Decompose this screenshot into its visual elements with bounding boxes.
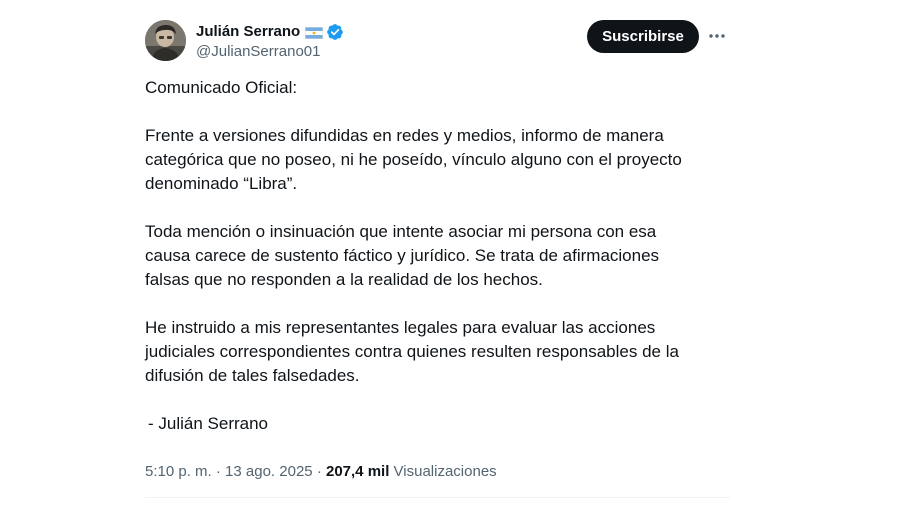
avatar[interactable] — [145, 20, 186, 61]
verified-badge-icon[interactable] — [326, 23, 344, 41]
author-handle[interactable]: @JulianSerrano01 — [196, 42, 320, 62]
views-count: 207,4 mil — [325, 463, 390, 480]
tweet-time[interactable]: 5:10 p. m. — [145, 463, 212, 480]
tweet-text-line: Frente a versiones difundidas en redes y… — [145, 126, 664, 145]
meta-separator: · — [215, 463, 221, 480]
tweet-text-line: denominado “Libra”. — [145, 174, 298, 193]
tweet-text-line: Toda mención o insinuación que intente a… — [145, 222, 657, 241]
tweet-meta: 5:10 p. m. · 13 ago. 2025 · 207,4 mil Vi… — [145, 462, 497, 482]
tweet-text-line: judiciales correspondientes contra quien… — [145, 342, 679, 361]
author-display-name[interactable]: Julián Serrano — [196, 22, 300, 42]
meta-separator: · — [316, 463, 322, 480]
tweet-text-line: Comunicado Oficial: — [145, 78, 298, 97]
divider — [145, 497, 730, 498]
tweet: Julián Serrano @JulianSerrano01 Suscribi… — [145, 0, 730, 505]
tweet-text-line: causa carece de sustento fáctico y juríd… — [145, 246, 660, 265]
subscribe-button[interactable]: Suscribirse — [587, 20, 699, 53]
tweet-text-line: categórica que no poseo, ni he poseído, … — [145, 150, 682, 169]
author-name-row: Julián Serrano — [196, 22, 344, 42]
tweet-text-line: difusión de tales falsedades. — [145, 366, 360, 385]
tweet-text-line: He instruido a mis representantes legale… — [145, 318, 656, 337]
tweet-text: Comunicado Oficial: Frente a versiones d… — [145, 76, 730, 436]
views-label: Visualizaciones — [393, 463, 497, 480]
tweet-header: Julián Serrano @JulianSerrano01 Suscribi… — [145, 18, 730, 64]
tweet-date[interactable]: 13 ago. 2025 — [225, 463, 313, 480]
tweet-text-line: falsas que no responden a la realidad de… — [145, 270, 543, 289]
argentina-flag-icon — [305, 26, 324, 39]
tweet-signature: - Julián Serrano — [148, 414, 269, 433]
more-options-icon[interactable] — [707, 26, 727, 46]
